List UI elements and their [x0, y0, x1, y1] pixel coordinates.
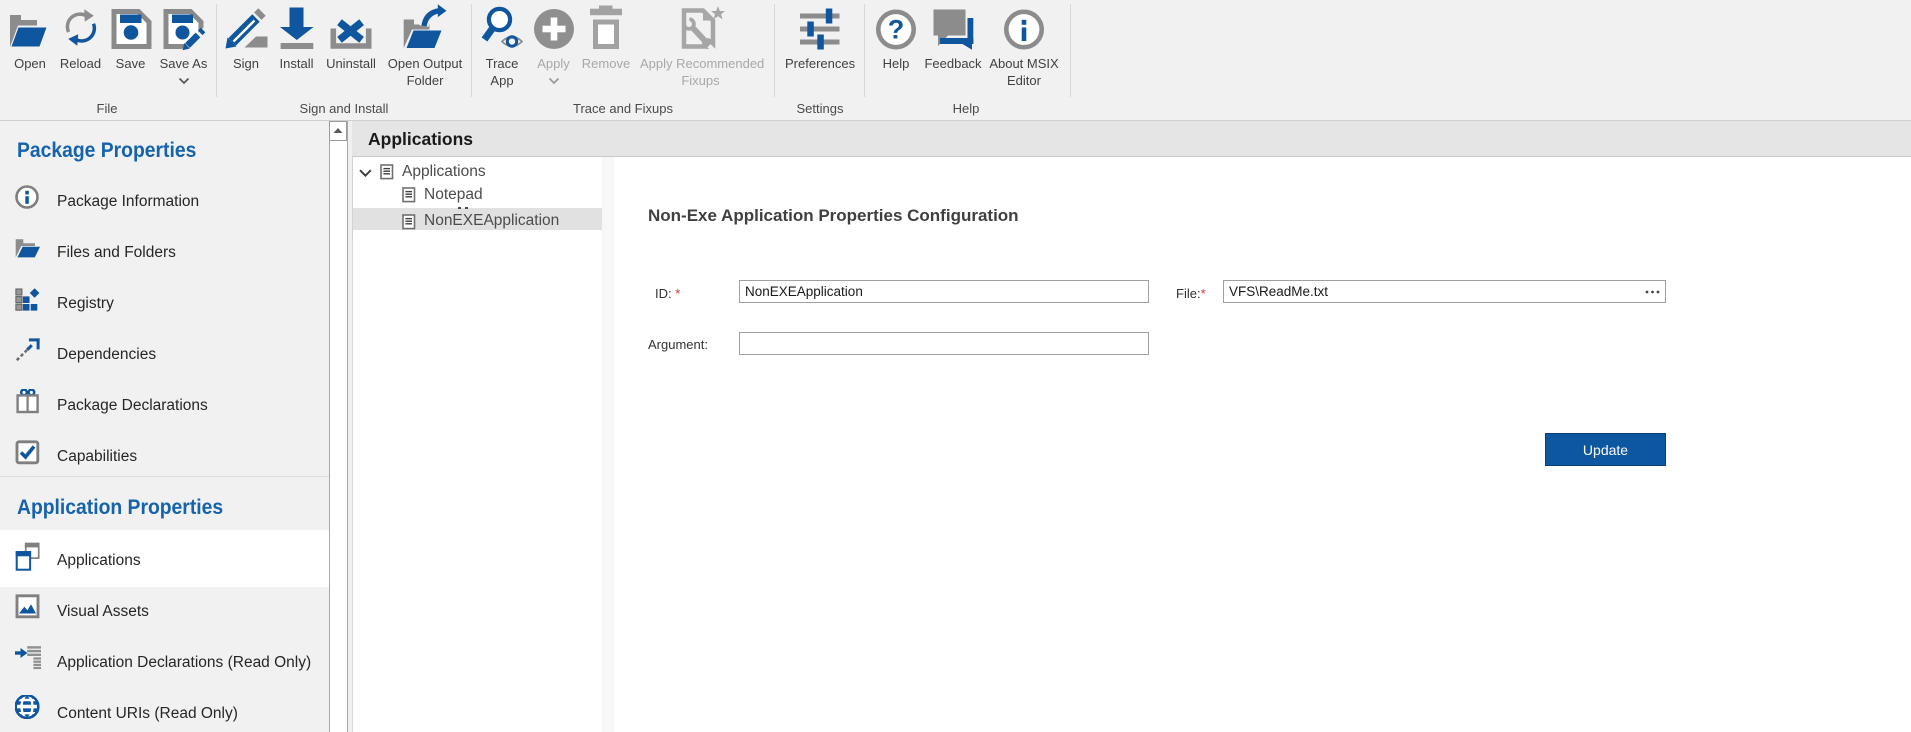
svg-text:?: ?: [888, 15, 905, 45]
